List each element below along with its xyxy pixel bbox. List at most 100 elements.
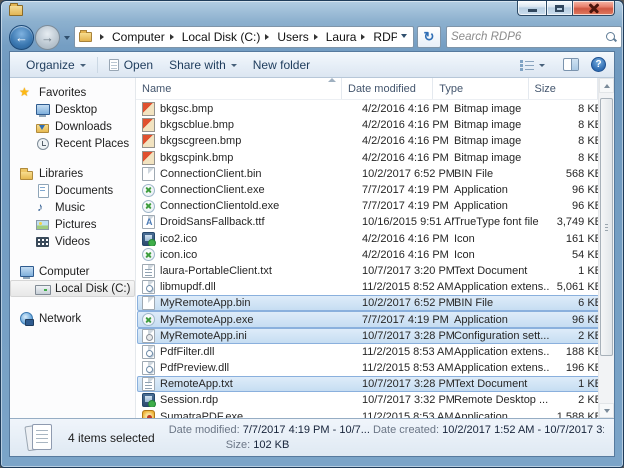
file-row-bkgscgreen-bmp[interactable]: bkgscgreen.bmp4/2/2016 4:16 PMBitmap ima…	[137, 133, 613, 149]
sidebar-item-music[interactable]: Music	[10, 199, 135, 216]
file-name-label: libmupdf.dll	[160, 281, 216, 293]
file-row-bkgscpink-bmp[interactable]: bkgscpink.bmp4/2/2016 4:16 PMBitmap imag…	[137, 150, 613, 166]
file-row-pdfpreview-dll[interactable]: PdfPreview.dll11/2/2015 8:53 AMApplicati…	[137, 360, 613, 376]
sidebar-item-videos[interactable]: Videos	[10, 233, 135, 250]
chevron-down-icon	[539, 64, 545, 70]
file-row-connectionclient-bin[interactable]: ConnectionClient.bin10/2/2017 6:52 PMBIN…	[137, 166, 613, 182]
text-file-icon	[142, 264, 155, 278]
scroll-down-button[interactable]	[599, 403, 614, 418]
breadcrumb-item-computer[interactable]: Computer	[112, 30, 165, 44]
type-cell: Remote Desktop ...	[454, 394, 550, 406]
file-list-pane: Name Date modifiedType Size bkgsc.bmp4/2/2…	[136, 78, 614, 418]
date-modified-cell: 7/7/2017 4:19 PM	[362, 200, 454, 212]
recent-pages-chevron-icon[interactable]	[64, 36, 70, 43]
file-row-pdffilter-dll[interactable]: PdfFilter.dll11/2/2015 8:53 AMApplicatio…	[137, 344, 613, 360]
back-button[interactable]: ←	[9, 25, 34, 50]
app-icon	[142, 200, 155, 213]
minimize-button[interactable]	[517, 1, 546, 16]
breadcrumb-item-local-disk-c[interactable]: Local Disk (C:)	[182, 30, 261, 44]
date-modified-cell: 10/2/2017 6:52 PM	[362, 168, 454, 180]
scroll-up-button[interactable]	[599, 78, 614, 93]
organize-button[interactable]: Organize	[18, 55, 94, 75]
file-row-bkgsc-bmp[interactable]: bkgsc.bmp4/2/2016 4:16 PMBitmap image8 K…	[137, 101, 613, 117]
sidebar-item-computer[interactable]: Computer	[10, 263, 135, 280]
column-header-type[interactable]: Type	[433, 78, 528, 99]
column-header-label: Name	[142, 83, 171, 95]
breadcrumb-item-laura[interactable]: Laura	[326, 30, 357, 44]
address-dropdown-button[interactable]	[397, 28, 411, 46]
ini-icon	[142, 329, 155, 343]
sidebar-item-pictures[interactable]: Pictures	[10, 216, 135, 233]
sidebar-item-downloads[interactable]: Downloads	[10, 118, 135, 135]
star-icon	[19, 86, 34, 100]
file-row-connectionclientold-exe[interactable]: ConnectionClientold.exe7/7/2017 4:19 PMA…	[137, 198, 613, 214]
file-name-label: ConnectionClient.bin	[160, 168, 262, 180]
file-row-icon-ico[interactable]: icon.ico4/2/2016 4:16 PMIcon54 KB	[137, 247, 613, 263]
open-button[interactable]: Open	[101, 55, 161, 75]
file-name-cell: bkgscblue.bmp	[138, 118, 362, 132]
refresh-button[interactable]: ↻	[417, 26, 441, 48]
file-row-myremoteapp-exe[interactable]: MyRemoteApp.exe7/7/2017 4:19 PMApplicati…	[137, 311, 613, 327]
file-name-label: PdfFilter.dll	[160, 346, 214, 358]
date-modified-value: 7/7/2017 4:19 PM - 10/7...	[243, 424, 370, 436]
file-row-libmupdf-dll[interactable]: libmupdf.dll 11/2/2015 8:52 AMApplication…	[137, 279, 613, 295]
column-header-label: Size	[535, 83, 556, 95]
file-name-cell: ConnectionClientold.exe	[138, 200, 362, 213]
sidebar-item-local-disk-c[interactable]: Local Disk (C:)	[10, 280, 135, 297]
close-button[interactable]	[573, 1, 615, 16]
type-cell: Application extens...	[454, 281, 550, 293]
help-button[interactable]: ?	[591, 57, 606, 72]
date-modified-cell: 4/2/2016 4:16 PM	[362, 135, 454, 147]
file-row-myremoteapp-bin[interactable]: MyRemoteApp.bin10/2/2017 6:52 PMBIN File…	[137, 295, 613, 311]
sidebar-item-libraries[interactable]: Libraries	[10, 165, 135, 182]
command-toolbar: Organize Open Share with New folder	[10, 52, 614, 78]
new-folder-button[interactable]: New folder	[245, 55, 318, 75]
sidebar-item-documents[interactable]: Documents	[10, 182, 135, 199]
type-cell: Icon	[454, 233, 550, 245]
search-input[interactable]	[451, 31, 605, 43]
file-row-droidsansfallback-ttf[interactable]: DroidSansFallback.ttf10/16/2015 9:51 AMT…	[137, 214, 613, 230]
file-row-remoteapp-txt[interactable]: RemoteApp.txt10/7/2017 3:28 PMText Docum…	[137, 376, 613, 392]
date-modified-cell: 11/2/2015 8:52 AM	[362, 281, 454, 293]
file-row-sumatrapdf-exe[interactable]: SumatraPDF.exe11/2/2015 8:53 AMApplicati…	[137, 409, 613, 418]
search-box	[446, 26, 622, 48]
sidebar-item-favorites[interactable]: Favorites	[10, 84, 135, 101]
breadcrumb-item-rdp6[interactable]: RDP6	[373, 30, 397, 44]
maximize-button[interactable]	[546, 1, 573, 16]
file-name-cell: ConnectionClient.bin	[138, 167, 362, 181]
type-cell: Application	[454, 184, 550, 196]
column-header-name[interactable]: Name	[136, 78, 342, 99]
share-with-button[interactable]: Share with	[161, 55, 245, 75]
file-row-ico2-ico[interactable]: ico2.ico4/2/2016 4:16 PMIcon161 KB	[137, 231, 613, 247]
date-modified-label: Date modified:	[169, 424, 240, 436]
videos-icon	[35, 235, 50, 249]
column-headers: Name Date modifiedType Size	[136, 78, 614, 100]
triangle-up-icon	[604, 81, 610, 88]
breadcrumb-arrow-icon	[314, 34, 321, 40]
date-modified-cell: 10/7/2017 3:32 PM	[362, 394, 454, 406]
file-row-myremoteapp-ini[interactable]: MyRemoteApp.ini10/7/2017 3:28 PMConfigur…	[137, 328, 613, 344]
file-row-connectionclient-exe[interactable]: ConnectionClient.exe7/7/2017 4:19 PMAppl…	[137, 182, 613, 198]
file-name-label: Session.rdp	[160, 394, 218, 406]
scrollbar-thumb[interactable]	[600, 98, 613, 356]
file-row-session-rdp[interactable]: Session.rdp 10/7/2017 3:32 PMRemote Deskt…	[137, 392, 613, 408]
pictures-icon	[35, 218, 50, 232]
forward-button[interactable]: →	[35, 25, 60, 50]
vertical-scrollbar[interactable]	[598, 78, 614, 418]
sidebar-item-network[interactable]: Network	[10, 310, 135, 327]
client-area: Organize Open Share with New folder	[9, 51, 615, 457]
library-icon	[19, 167, 34, 181]
change-view-button[interactable]	[516, 56, 549, 74]
breadcrumb-item-users[interactable]: Users	[277, 30, 308, 44]
sidebar-item-desktop[interactable]: Desktop	[10, 101, 135, 118]
sidebar-item-label: Local Disk (C:)	[55, 283, 130, 295]
file-row-laura-portableclient-txt[interactable]: laura-PortableClient.txt10/7/2017 3:20 P…	[137, 263, 613, 279]
column-header-size[interactable]: Size	[529, 78, 598, 99]
preview-pane-button[interactable]	[563, 58, 579, 71]
sidebar-item-recent-places[interactable]: Recent Places	[10, 135, 135, 152]
column-header-date-modified[interactable]: Date modified	[342, 78, 433, 99]
font-icon	[142, 215, 155, 229]
file-row-bkgscblue-bmp[interactable]: bkgscblue.bmp4/2/2016 4:16 PMBitmap imag…	[137, 117, 613, 133]
date-modified-cell: 11/2/2015 8:53 AM	[362, 362, 454, 374]
address-bar[interactable]: Computer Local Disk (C:) Users Laura RDP6	[74, 26, 414, 48]
